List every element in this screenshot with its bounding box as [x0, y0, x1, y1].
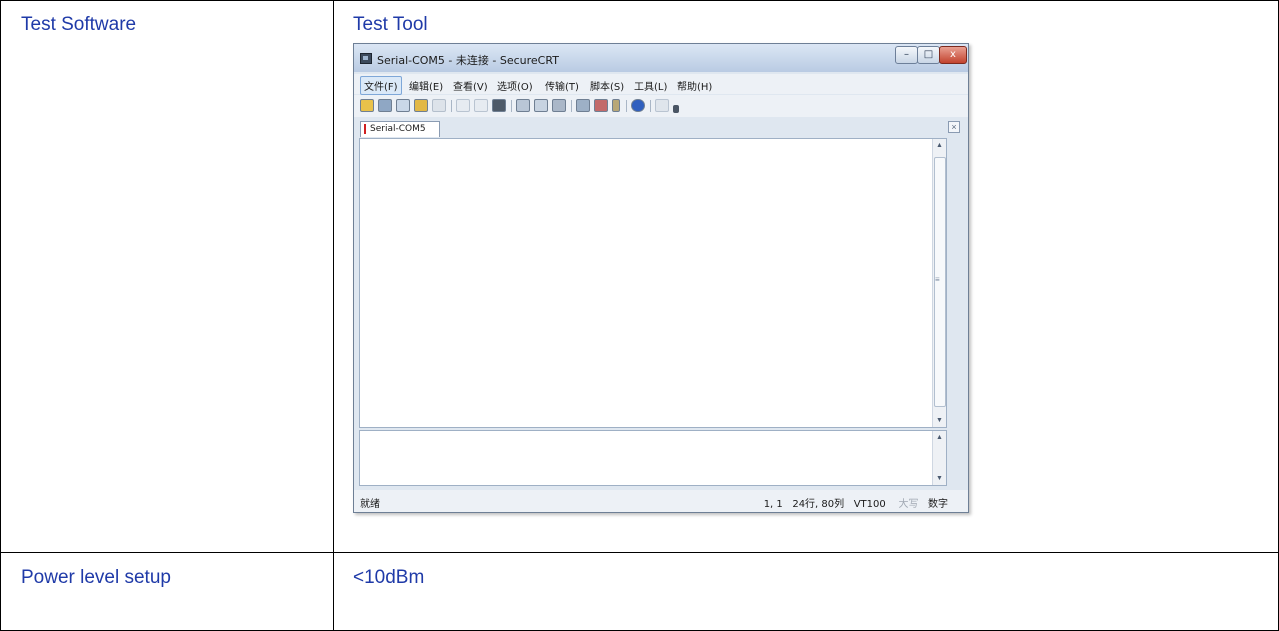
scroll-up-arrow-icon[interactable]: ▲ [933, 142, 946, 149]
terminal-scrollbar[interactable]: ▲ ≡ ▼ [932, 139, 946, 427]
toolbar-separator [511, 100, 512, 112]
quick-connect-icon[interactable] [378, 99, 392, 112]
chat-scroll-up-arrow-icon[interactable]: ▲ [933, 434, 946, 441]
table-border-top [0, 0, 1279, 1]
status-ready: 就绪 [360, 499, 380, 510]
table-border-left [0, 0, 1, 631]
chat-scrollbar[interactable]: ▲ ▼ [932, 431, 946, 485]
toolbar-separator [451, 100, 452, 112]
maximize-button[interactable]: □ [917, 46, 940, 64]
tab-label: Serial-COM5 [370, 124, 426, 134]
toolbar [354, 95, 968, 117]
terminal-area[interactable]: ▲ ≡ ▼ [359, 138, 947, 428]
toolbar-overflow-icon[interactable] [673, 105, 679, 113]
test-tool-title: Test Tool [353, 14, 428, 35]
table-border-column [333, 0, 334, 631]
toolbar-separator [571, 100, 572, 112]
table-border-middle [0, 552, 1279, 553]
menu-help[interactable]: 帮助(H) [674, 77, 715, 94]
keymap-icon[interactable] [612, 99, 620, 112]
status-num-lock: 数字 [928, 499, 948, 510]
chat-scroll-down-arrow-icon[interactable]: ▼ [933, 475, 946, 482]
scroll-down-arrow-icon[interactable]: ▼ [933, 417, 946, 424]
menu-tools[interactable]: 工具(L) [631, 77, 670, 94]
tab-strip: Serial-COM5 × [354, 118, 968, 138]
global-options-icon[interactable] [594, 99, 608, 112]
status-terminal-size: 24行, 80列 [792, 499, 845, 510]
power-level-label: Power level setup [21, 567, 171, 588]
sftp-icon[interactable] [655, 99, 669, 112]
print-setup-icon[interactable] [516, 99, 530, 112]
session-options-icon[interactable] [576, 99, 590, 112]
menu-transfer[interactable]: 传输(T) [542, 77, 582, 94]
find-icon[interactable] [492, 99, 506, 112]
copy-icon[interactable] [456, 99, 470, 112]
print-selection-icon[interactable] [534, 99, 548, 112]
connect-in-tab-icon[interactable] [396, 99, 410, 112]
scrollbar-grip-icon: ≡ [935, 275, 940, 284]
reconnect-icon[interactable] [414, 99, 428, 112]
status-caps-lock: 大写 [898, 499, 919, 510]
close-tab-icon[interactable]: × [948, 121, 960, 133]
status-cursor-position: 1, 1 [763, 499, 783, 510]
menu-script[interactable]: 脚本(S) [587, 77, 627, 94]
title-bar[interactable]: Serial-COM5 - 未连接 - SecureCRT – □ x [354, 44, 968, 72]
test-software-label: Test Software [21, 14, 137, 35]
menu-file[interactable]: 文件(F) [360, 76, 402, 95]
menu-view[interactable]: 查看(V) [450, 77, 491, 94]
minimize-button[interactable]: – [895, 46, 918, 64]
menu-options[interactable]: 选项(O) [494, 77, 536, 94]
connect-icon[interactable] [360, 99, 374, 112]
close-button[interactable]: x [939, 46, 967, 64]
securecrt-window: Serial-COM5 - 未连接 - SecureCRT – □ x 文件(F… [353, 43, 969, 513]
help-icon[interactable] [631, 99, 645, 112]
status-emulation: VT100 [853, 499, 886, 510]
paste-icon[interactable] [474, 99, 488, 112]
chat-window[interactable]: ▲ ▼ [359, 430, 947, 486]
securecrt-app-icon[interactable] [360, 53, 372, 64]
menu-bar: 文件(F) 编辑(E) 查看(V) 选项(O) 传输(T) 脚本(S) 工具(L… [354, 74, 968, 95]
disconnect-icon[interactable] [432, 99, 446, 112]
toolbar-separator [626, 100, 627, 112]
status-bar: 就绪 1, 1 24行, 80列 VT100 大写 数字 [354, 490, 968, 512]
power-level-value: <10dBm [353, 567, 425, 588]
tab-status-marker [364, 124, 366, 134]
tab-serial-com5[interactable]: Serial-COM5 [360, 121, 440, 137]
print-icon[interactable] [552, 99, 566, 112]
toolbar-separator [650, 100, 651, 112]
menu-edit[interactable]: 编辑(E) [406, 77, 446, 94]
status-info: 1, 1 24行, 80列 VT100 大写 数字 [764, 495, 948, 510]
window-title: Serial-COM5 - 未连接 - SecureCRT [377, 54, 559, 67]
